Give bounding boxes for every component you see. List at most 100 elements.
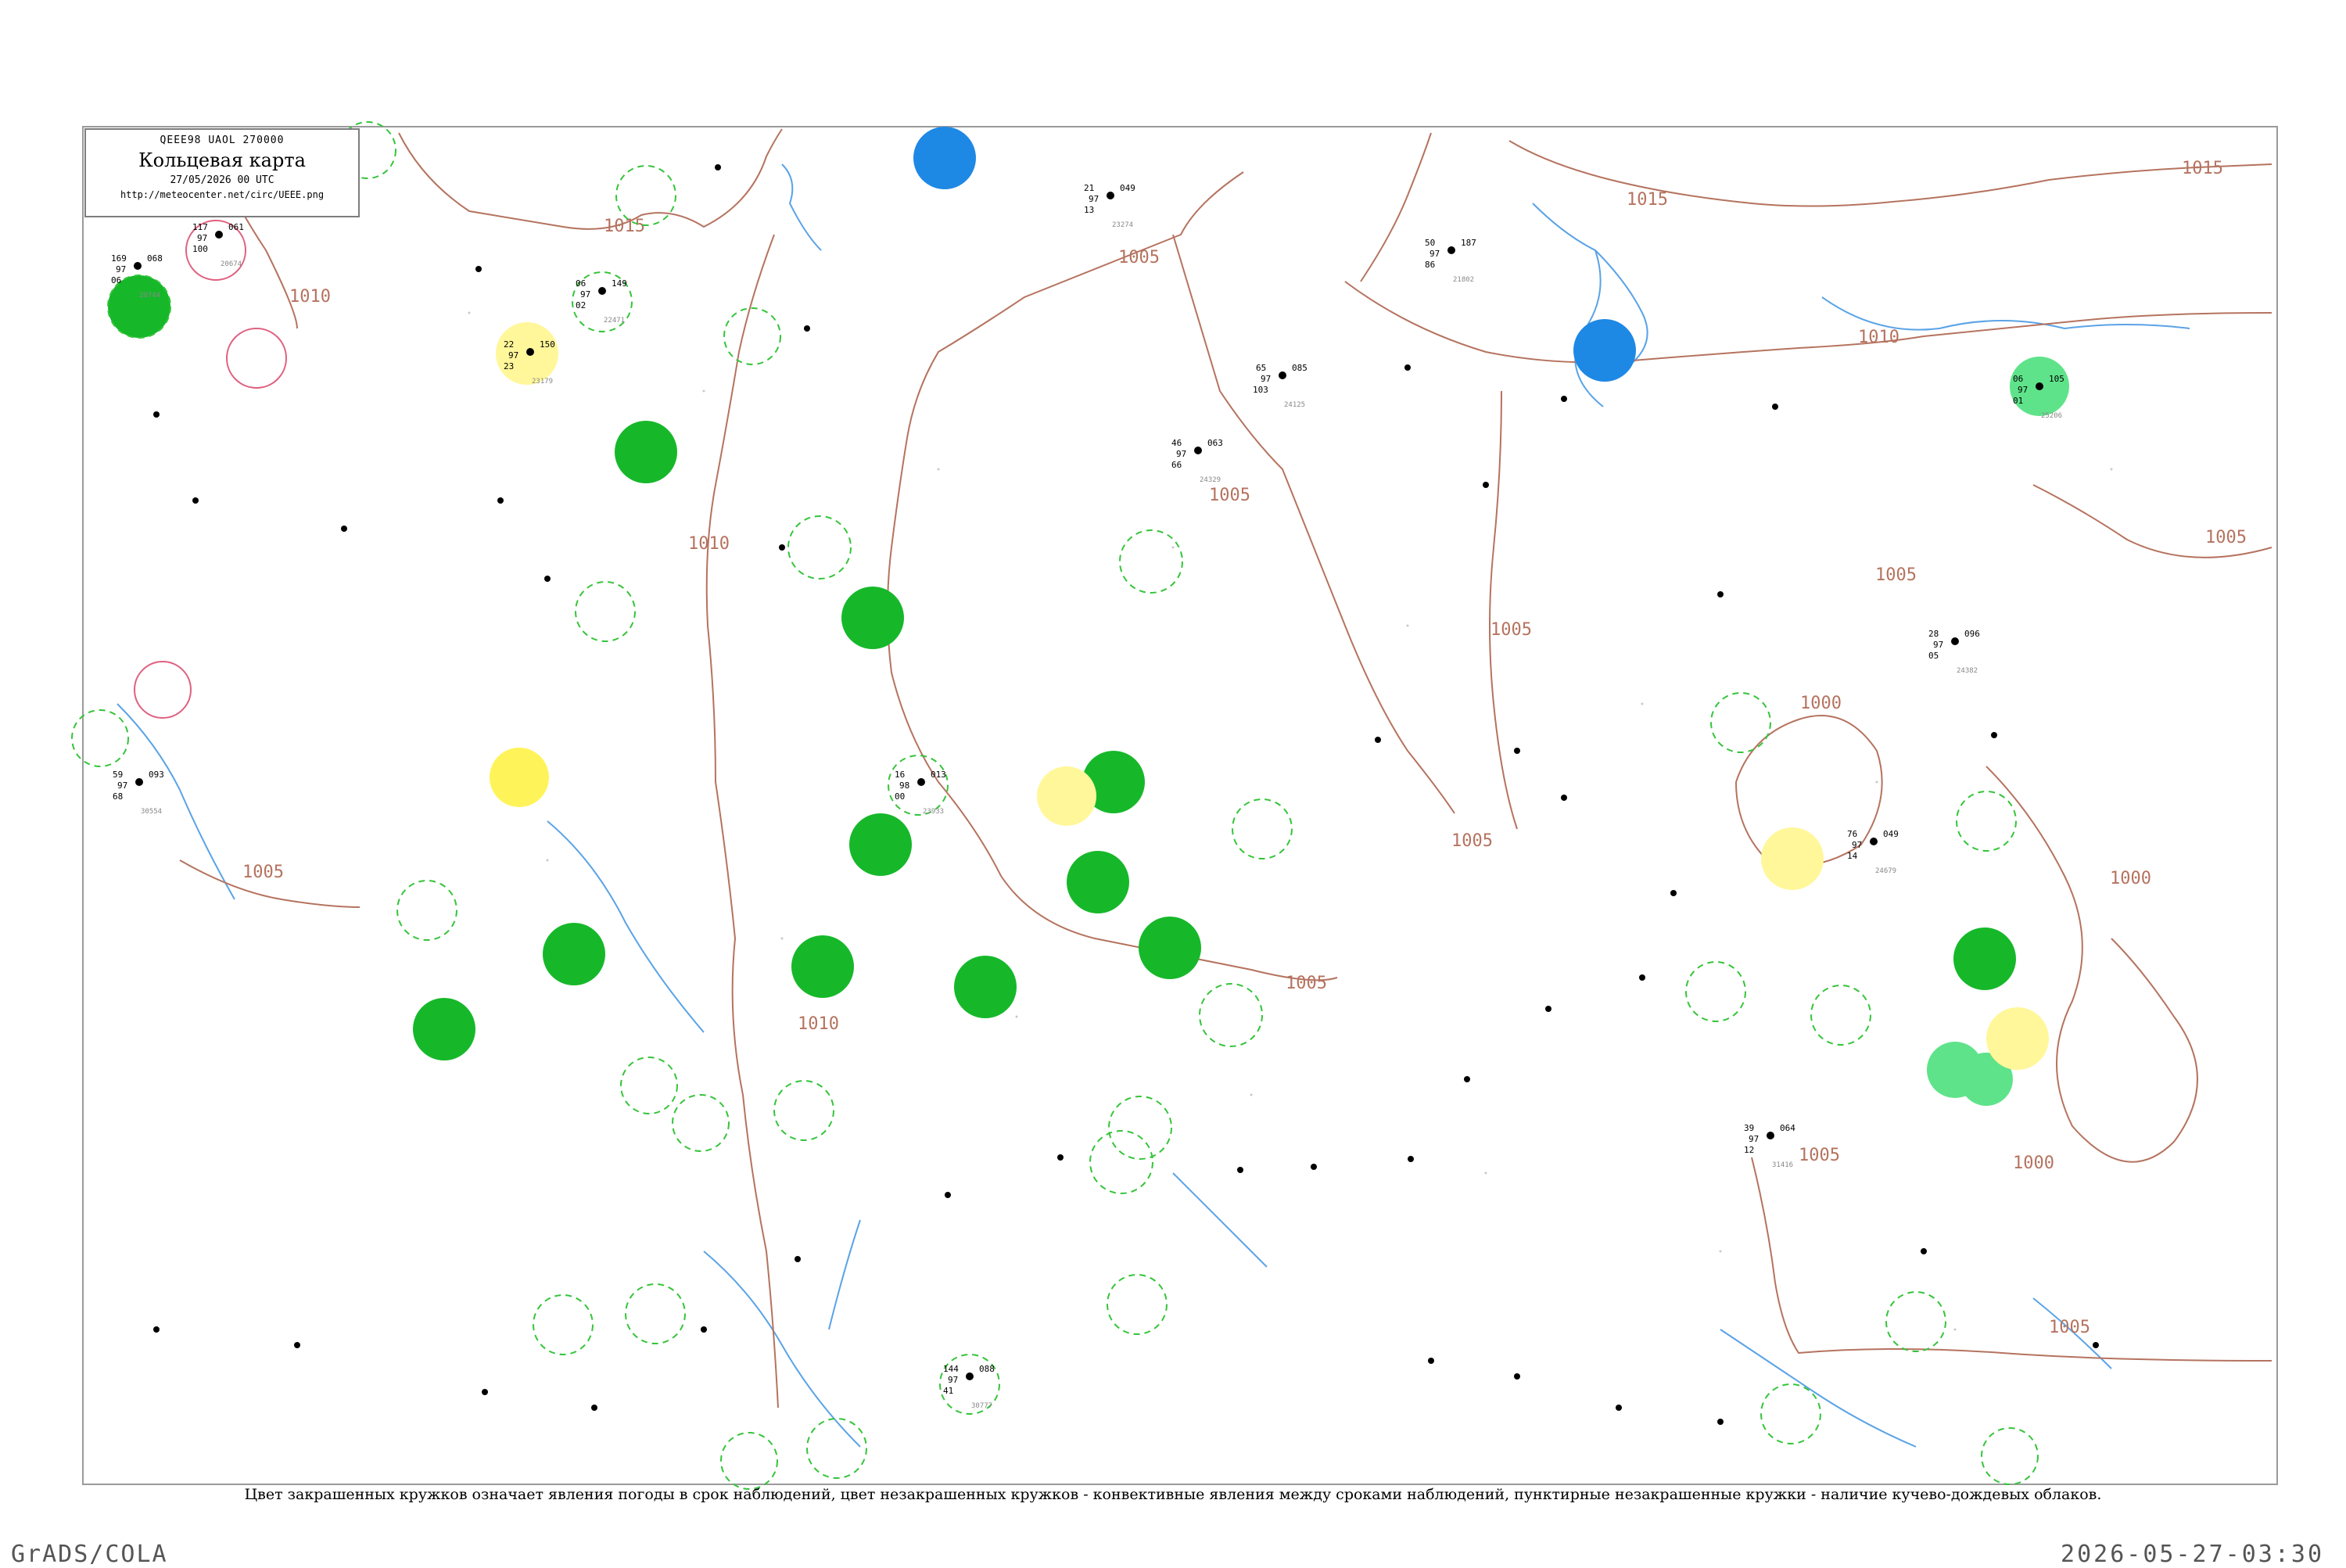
station-dew: 97: [508, 350, 518, 361]
station-pressure: 049: [1883, 829, 1899, 839]
station-vis: 00: [895, 791, 905, 802]
station-pressure: 187: [1461, 238, 1476, 248]
station-dew: 97: [1852, 840, 1862, 850]
isobar-label: 1010: [798, 1014, 839, 1034]
filled-green-circle: [841, 587, 904, 649]
station-temp: 117: [192, 222, 208, 232]
station-temp: 21: [1084, 183, 1094, 193]
station-vis: 103: [1253, 385, 1268, 395]
filled-green-circle: [1067, 851, 1129, 913]
station-temp: 39: [1744, 1123, 1754, 1133]
filled-lightyellow-circle: [1037, 766, 1096, 826]
station-pressure: 096: [1964, 629, 1980, 639]
station-index: 30777: [971, 1402, 992, 1410]
station-dew: 97: [1261, 374, 1271, 384]
station-temp: 28: [1928, 629, 1939, 639]
station-dew: 97: [948, 1375, 958, 1385]
isobar-label: 1005: [1799, 1146, 1840, 1165]
filled-green-circle: [1139, 917, 1201, 979]
station-pressure: 085: [1292, 363, 1308, 373]
isobar-label: 1005: [1286, 974, 1327, 993]
station-dew: 97: [1429, 249, 1440, 259]
station-temp: 50: [1425, 238, 1435, 248]
station-dew: 97: [1749, 1134, 1759, 1144]
station-pressure: 06: [576, 278, 586, 289]
station-index: 30554: [141, 808, 162, 816]
station-vis: 41: [943, 1386, 953, 1396]
map-legend-box: QEEE98 UAOL 270000 Кольцевая карта 27/05…: [84, 128, 360, 217]
station-vis: 01: [2013, 396, 2023, 406]
station-dew: 97: [580, 289, 590, 300]
station-index: 25206: [2041, 412, 2062, 420]
station-index: 20744: [139, 292, 160, 300]
station-index: 24679: [1875, 867, 1896, 875]
station-index: 24329: [1200, 476, 1221, 484]
station-dew: 97: [1933, 640, 1943, 650]
station-index: 24125: [1284, 401, 1305, 409]
station-pressure: 013: [931, 770, 946, 780]
station-pressure: 068: [147, 253, 163, 264]
bulletin-code: QEEE98 UAOL 270000: [160, 135, 285, 146]
station-temp: 169: [111, 253, 127, 264]
synoptic-map: 1015 1015 1015 1010 1010 1010 1010 1005 …: [71, 121, 2278, 1490]
station-index: 20674: [221, 260, 242, 268]
station-index: 23933: [923, 808, 944, 816]
station-index: 23274: [1112, 221, 1133, 229]
filled-lightyellow-circle: [1986, 1007, 2049, 1070]
isobar-label: 1005: [1490, 620, 1532, 640]
station-index: 23179: [532, 378, 553, 386]
station-pressure: 063: [1207, 438, 1223, 448]
station-temp: 149: [612, 278, 627, 289]
filled-green-circle: [954, 956, 1017, 1018]
station-pressure: 088: [979, 1364, 995, 1374]
isobar-label: 1010: [1858, 328, 1899, 347]
isobar-label: 1010: [289, 287, 331, 307]
isobar-label: 1000: [1800, 694, 1842, 713]
station-dew: 97: [197, 233, 207, 243]
isobar-label: 1015: [2182, 159, 2223, 178]
isobar-label: 1015: [604, 217, 645, 236]
station-pressure: 064: [1780, 1123, 1795, 1133]
station-pressure: 093: [149, 770, 164, 780]
station-temp: 65: [1256, 363, 1266, 373]
filled-lightyellow-circle: [1761, 827, 1824, 890]
station-dew: 97: [1176, 449, 1186, 459]
isobar-label: 1000: [2013, 1154, 2054, 1173]
station-vis: 13: [1084, 205, 1094, 215]
station-vis: 05: [1928, 651, 1939, 661]
station-vis: 12: [1744, 1145, 1754, 1155]
map-date: 27/05/2026 00 UTC: [170, 174, 274, 186]
station-pressure: 061: [228, 222, 244, 232]
station-vis: 100: [192, 244, 208, 254]
filled-green-circle: [615, 421, 677, 483]
station-pressure: 049: [1120, 183, 1135, 193]
station-temp: 59: [113, 770, 123, 780]
isobar-label: 1005: [1118, 248, 1160, 267]
station-index: 22471: [604, 317, 625, 325]
isobar-label: 1005: [2205, 528, 2247, 547]
isobar-label: 1005: [1209, 486, 1250, 505]
station-vis: 23: [504, 361, 514, 371]
station-vis: 14: [1847, 851, 1858, 861]
station-dew: 98: [899, 780, 909, 791]
isobar-label: 1005: [1875, 565, 1917, 585]
station-temp: 144: [943, 1364, 959, 1374]
map-url[interactable]: http://meteocenter.net/circ/UEEE.png: [86, 189, 358, 200]
station-dew: 97: [1089, 194, 1099, 204]
station-pressure: 22: [504, 339, 514, 350]
station-dew: 97: [117, 780, 127, 791]
map-title: Кольцевая карта: [138, 149, 306, 171]
station-index: 31416: [1772, 1161, 1793, 1169]
station-vis: 66: [1171, 460, 1182, 470]
station-vis: 06: [111, 275, 121, 285]
map-footnote: Цвет закрашенных кружков означает явлени…: [244, 1486, 2102, 1503]
station-dew: 97: [116, 264, 126, 274]
filled-green-circle: [413, 998, 475, 1060]
filled-green-circle: [791, 935, 854, 998]
station-temp: 150: [540, 339, 555, 350]
filled-green-circle: [1953, 928, 2016, 990]
isobar-label: 1015: [1627, 190, 1668, 210]
isobar-label: 1005: [242, 863, 284, 882]
station-vis: 68: [113, 791, 123, 802]
station-temp: 06: [2013, 374, 2023, 384]
